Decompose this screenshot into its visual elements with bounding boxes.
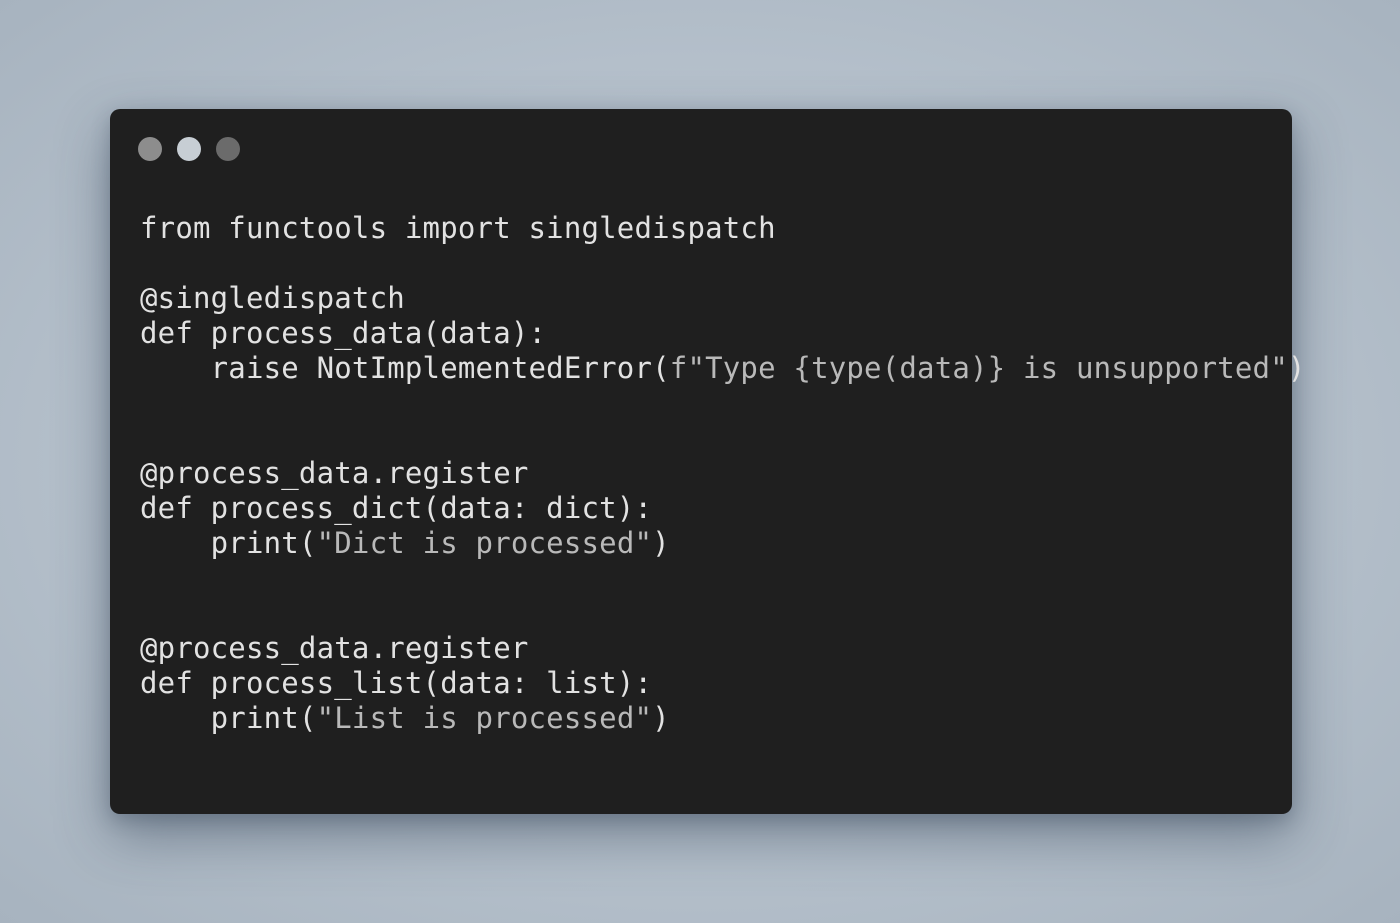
code-text: @process_data.register	[140, 456, 529, 490]
code-line: def process_dict(data: dict):	[140, 491, 1306, 526]
code-line: def process_data(data):	[140, 316, 1306, 351]
string-literal: f"Type {type(data)} is unsupported"	[669, 351, 1288, 385]
close-button[interactable]	[138, 137, 162, 161]
code-text: def process_data(data):	[140, 316, 547, 350]
minimize-button[interactable]	[177, 137, 201, 161]
maximize-button[interactable]	[216, 137, 240, 161]
code-line: @process_data.register	[140, 631, 1306, 666]
code-text: )	[652, 701, 670, 735]
code-line: raise NotImplementedError(f"Type {type(d…	[140, 351, 1306, 386]
code-line: @singledispatch	[140, 281, 1306, 316]
code-text: print(	[140, 526, 317, 560]
code-text: from functools import singledispatch	[140, 211, 776, 245]
code-text: print(	[140, 701, 317, 735]
code-text: raise NotImplementedError(	[140, 351, 670, 385]
code-text: )	[1287, 351, 1306, 385]
code-text: def process_dict(data: dict):	[140, 491, 653, 525]
code-text: @process_data.register	[140, 631, 529, 665]
code-window: from functools import singledispatch @sin…	[110, 109, 1305, 814]
code-text: @singledispatch	[140, 281, 405, 315]
window-controls	[138, 137, 240, 161]
code-line: def process_list(data: list):	[140, 666, 1306, 701]
code-line: from functools import singledispatch	[140, 211, 1306, 246]
code-line: @process_data.register	[140, 456, 1306, 491]
string-literal: "List is processed"	[316, 701, 653, 735]
code-block: from functools import singledispatch @sin…	[140, 211, 1306, 736]
code-text: )	[652, 526, 670, 560]
string-literal: "Dict is processed"	[316, 526, 653, 560]
code-line: print("Dict is processed")	[140, 526, 1306, 561]
code-line: print("List is processed")	[140, 701, 1306, 736]
code-text: def process_list(data: list):	[140, 666, 653, 700]
